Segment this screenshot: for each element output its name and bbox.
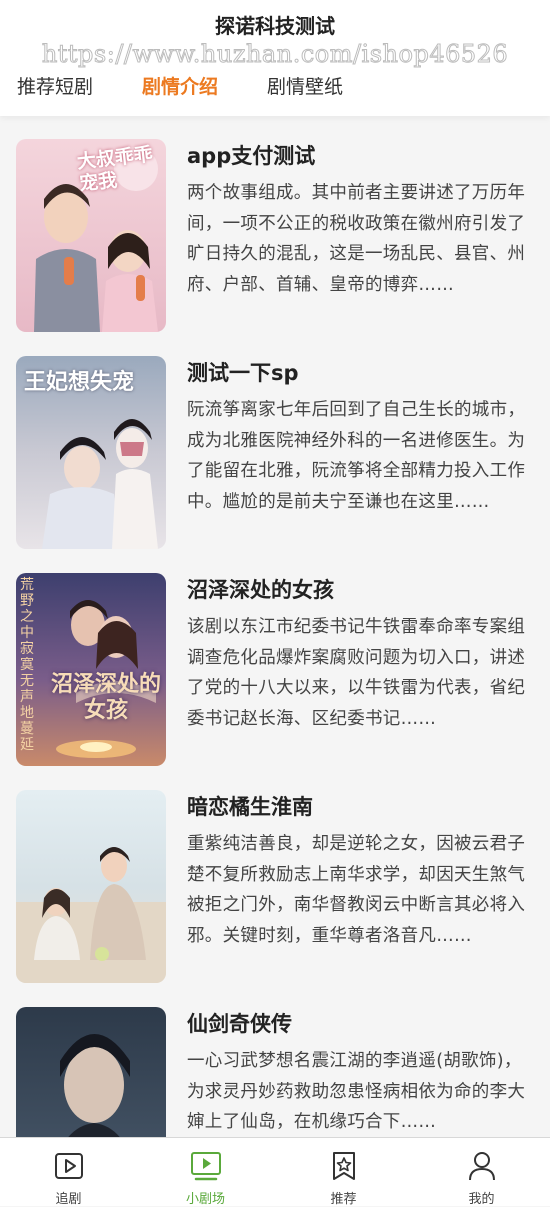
drama-description: 该剧以东江市纪委书记牛铁雷奉命率专案组调查危化品爆炸案腐败问题为切入口，讲述了党… — [187, 617, 526, 729]
poster-side-text: 荒野之中寂寞无声地蔓延 — [20, 577, 34, 753]
star-bookmark-icon — [333, 1152, 355, 1180]
tab-plot-wallpaper[interactable]: 剧情壁纸 — [267, 72, 343, 99]
nav-label: 追剧 — [55, 1192, 82, 1207]
tab-bar: 推荐短剧 剧情介绍 剧情壁纸 — [0, 72, 550, 102]
drama-poster[interactable] — [16, 1007, 166, 1137]
nav-item-recommend[interactable]: 推荐 — [275, 1138, 412, 1207]
play-square-icon — [55, 1153, 83, 1179]
nav-label: 推荐 — [330, 1192, 357, 1207]
tab-plot-intro[interactable]: 剧情介绍 — [142, 72, 218, 99]
drama-list-item[interactable]: 大叔乖乖宠我 app支付测试 两个故事组成。其中前者主要讲述了万历年间，一项不公… — [0, 116, 550, 332]
poster-title-text: 王妃想失宠 — [24, 369, 135, 395]
tab-recommended-dramas[interactable]: 推荐短剧 — [17, 72, 93, 99]
drama-title: 测试一下sp — [187, 361, 299, 385]
drama-poster[interactable]: 大叔乖乖宠我 — [16, 139, 166, 332]
drama-list-item[interactable]: 仙剑奇侠传 一心习武梦想名震江湖的李逍遥(胡歌饰)，为求灵丹妙药救助忽患怪病相依… — [0, 984, 550, 1137]
nav-label: 我的 — [468, 1192, 495, 1207]
drama-description: 两个故事组成。其中前者主要讲述了万历年间，一项不公正的税收政策在徽州府引发了旷日… — [187, 183, 526, 295]
drama-description: 阮流筝离家七年后回到了自己生长的城市，成为北雅医院神经外科的一名进修医生。为了能… — [187, 400, 526, 512]
nav-label: 小剧场 — [185, 1192, 225, 1207]
nav-item-theater[interactable]: 小剧场 — [137, 1138, 274, 1207]
tv-play-icon — [191, 1152, 221, 1181]
drama-title: 仙剑奇侠传 — [187, 1012, 292, 1036]
drama-poster[interactable]: 王妃想失宠 — [16, 356, 166, 549]
drama-title: 暗恋橘生淮南 — [187, 795, 313, 819]
drama-list-item[interactable]: 王妃想失宠 测试一下sp 阮流筝离家七年后回到了自己生长的城市，成为北雅医院神经… — [0, 333, 550, 549]
poster-title-text: 沼泽深处的女孩 — [50, 671, 161, 723]
page-title: 探诺科技测试 — [215, 14, 335, 38]
drama-list: 大叔乖乖宠我 app支付测试 两个故事组成。其中前者主要讲述了万历年间，一项不公… — [0, 116, 550, 1137]
drama-list-item[interactable]: 荒野之中寂寞无声地蔓延 沼泽深处的女孩 沼泽深处的女孩 该剧以东江市纪委书记牛铁… — [0, 550, 550, 766]
drama-description: 一心习武梦想名震江湖的李逍遥(胡歌饰)，为求灵丹妙药救助忽患怪病相依为命的李大婶… — [187, 1051, 526, 1132]
bottom-nav: 追剧 小剧场 推荐 我的 — [0, 1137, 550, 1207]
nav-item-profile[interactable]: 我的 — [413, 1138, 550, 1207]
watermark-text: https://www.huzhan.com/ishop46526 — [41, 40, 509, 69]
drama-poster[interactable]: 荒野之中寂寞无声地蔓延 沼泽深处的女孩 — [16, 573, 166, 766]
user-icon — [469, 1152, 495, 1181]
drama-title: app支付测试 — [187, 144, 316, 168]
nav-item-follow[interactable]: 追剧 — [0, 1138, 137, 1207]
drama-poster[interactable] — [16, 790, 166, 983]
poster-title-text: 大叔乖乖宠我 — [75, 143, 154, 196]
header: 探诺科技测试 https://www.huzhan.com/ishop46526… — [0, 0, 550, 116]
drama-title: 沼泽深处的女孩 — [187, 578, 334, 602]
drama-description: 重紫纯洁善良，却是逆轮之女，因被云君子楚不复所救励志上南华求学，却因天生煞气 被… — [187, 834, 526, 946]
drama-list-item[interactable]: 暗恋橘生淮南 重紫纯洁善良，却是逆轮之女，因被云君子楚不复所救励志上南华求学，却… — [0, 767, 550, 983]
